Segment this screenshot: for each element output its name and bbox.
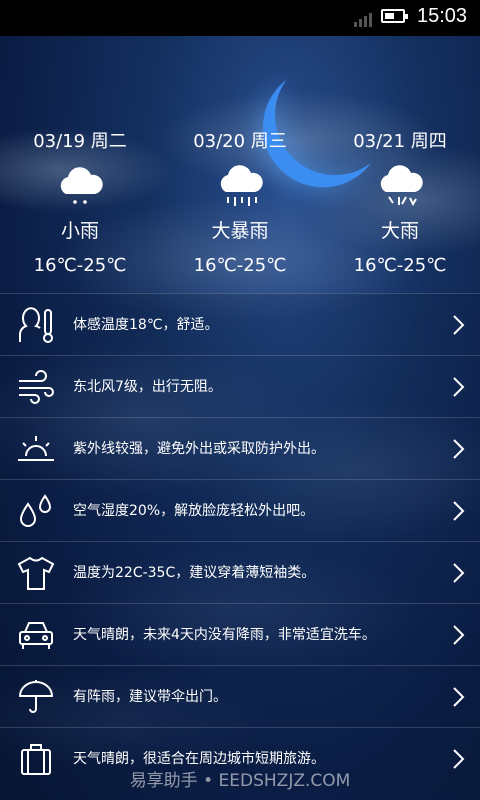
list-item[interactable]: 紫外线较强，避免外出或采取防护外出。 [0,417,480,479]
humidity-drops-icon [19,494,52,527]
list-item[interactable]: 东北风7级，出行无阻。 [0,355,480,417]
chevron-right-icon [453,501,465,521]
chevron-right-icon [453,439,465,459]
list-item[interactable]: 空气湿度20%，解放脸庞轻松外出吧。 [0,479,480,541]
forecast-temp: 16℃-25℃ [33,255,127,276]
sunrise-uv-icon [18,436,54,461]
tip-text: 温度为22C-35C，建议穿着薄短袖类。 [73,565,316,581]
tip-text: 空气湿度20%，解放脸庞轻松外出吧。 [73,503,315,519]
car-icon [19,622,53,649]
body-temperature-icon [19,307,53,343]
forecast-date: 03/19 周二 [33,131,127,152]
life-tips-list: 体感温度18℃，舒适。 东北风7级，出行无阻。 紫外线较强，避免外出或采取防护外… [0,293,480,789]
heavy-rain-icon [380,165,423,207]
tip-text: 体感温度18℃，舒适。 [73,317,219,333]
forecast-condition: 小雨 [60,220,99,242]
forecast-date: 03/21 周四 [353,131,447,152]
light-rain-icon [60,167,103,204]
status-time: 15:03 [417,5,468,27]
list-item[interactable]: 温度为22C-35C，建议穿着薄短袖类。 [0,541,480,603]
forecast-day[interactable]: 03/20 周三 大暴雨 16℃-25℃ [160,130,320,278]
tip-text: 天气晴朗，未来4天内没有降雨，非常适宜洗车。 [73,627,376,643]
umbrella-icon [18,680,54,713]
chevron-right-icon [453,377,465,397]
list-item[interactable]: 体感温度18℃，舒适。 [0,293,480,355]
status-bar: 15:03 [0,0,480,36]
tip-text: 有阵雨，建议带伞出门。 [73,689,227,705]
forecast-temp: 16℃-25℃ [353,255,447,276]
wind-icon [19,370,54,404]
tip-text: 紫外线较强，避免外出或采取防护外出。 [73,441,325,457]
tshirt-icon [17,556,55,590]
list-item[interactable]: 有阵雨，建议带伞出门。 [0,665,480,727]
battery-icon [381,9,408,23]
forecast-day[interactable]: 03/19 周二 小雨 16℃-25℃ [0,130,160,278]
heavy-rainstorm-icon [220,165,263,206]
forecast-panel: 03/19 周二 小雨 16℃-25℃ 03/20 周三 大暴雨 16℃-25℃… [0,130,480,290]
tip-text: 东北风7级，出行无阻。 [73,379,222,395]
chevron-right-icon [453,563,465,583]
list-item[interactable]: 天气晴朗，未来4天内没有降雨，非常适宜洗车。 [0,603,480,665]
chevron-right-icon [453,687,465,707]
signal-icon [354,11,376,27]
forecast-date: 03/20 周三 [193,131,287,152]
forecast-day[interactable]: 03/21 周四 大雨 16℃-25℃ [320,130,480,278]
forecast-condition: 大雨 [380,220,419,242]
forecast-condition: 大暴雨 [211,220,269,242]
forecast-temp: 16℃-25℃ [193,255,287,276]
chevron-right-icon [453,625,465,645]
watermark: 易享助手 • EEDSHZJZ.COM [129,771,351,791]
chevron-right-icon [453,315,465,335]
